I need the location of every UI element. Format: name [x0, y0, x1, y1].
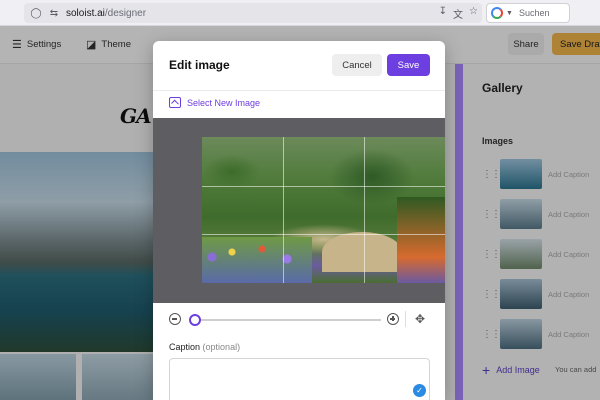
chevron-down-icon[interactable]: ▼ [506, 10, 513, 17]
crop-grid-line [283, 137, 284, 283]
save-button[interactable]: Save [387, 54, 430, 76]
translate-icon[interactable]: 文 [453, 6, 463, 21]
zoom-slider-handle[interactable] [189, 314, 201, 326]
search-input[interactable]: ▼ Suchen [486, 3, 570, 23]
site-permissions-icon[interactable]: ⇆ [48, 7, 60, 19]
address-bar[interactable]: ◯ ⇆ soloist.ai/designer ↧ 文 ☆ [24, 3, 482, 23]
crop-grid-line [202, 186, 445, 187]
crop-image[interactable] [202, 137, 445, 283]
search-placeholder: Suchen [518, 8, 550, 18]
select-new-image-button[interactable]: Select New Image [169, 97, 260, 108]
shield-icon[interactable]: ◯ [30, 7, 42, 19]
browser-toolbar: ◯ ⇆ soloist.ai/designer ↧ 文 ☆ ▼ Suchen [0, 0, 600, 26]
zoom-slider-track[interactable] [191, 319, 381, 321]
google-icon [491, 7, 503, 19]
select-new-image-label: Select New Image [187, 97, 261, 108]
zoom-in-icon[interactable] [387, 313, 399, 325]
address-bar-actions: ↧ 文 ☆ [439, 6, 478, 21]
cancel-button[interactable]: Cancel [332, 54, 382, 76]
modal-header: Edit image Cancel Save [153, 41, 445, 91]
image-content [322, 232, 402, 272]
caption-input[interactable] [169, 358, 430, 400]
move-icon[interactable]: ✥ [415, 312, 425, 326]
edit-image-modal: Edit image Cancel Save Select New Image … [153, 41, 445, 400]
image-add-icon [169, 97, 181, 108]
panel-divider [455, 64, 463, 400]
download-icon[interactable]: ↧ [439, 6, 447, 21]
url-host: soloist.ai [66, 7, 105, 19]
divider [405, 311, 406, 327]
zoom-out-icon[interactable] [169, 313, 181, 325]
image-content [202, 237, 312, 283]
bookmark-star-icon[interactable]: ☆ [469, 6, 478, 21]
image-content [397, 197, 445, 283]
crop-grid-line [202, 234, 445, 235]
caption-label: Caption (optional) [169, 342, 240, 352]
image-crop-area[interactable] [153, 118, 445, 303]
caption-label-text: Caption [169, 342, 201, 352]
url-path: /designer [104, 7, 147, 19]
crop-grid-line [364, 137, 365, 283]
caption-optional-hint: (optional) [202, 342, 241, 352]
modal-title: Edit image [169, 58, 230, 72]
zoom-controls: ✥ [169, 311, 431, 327]
